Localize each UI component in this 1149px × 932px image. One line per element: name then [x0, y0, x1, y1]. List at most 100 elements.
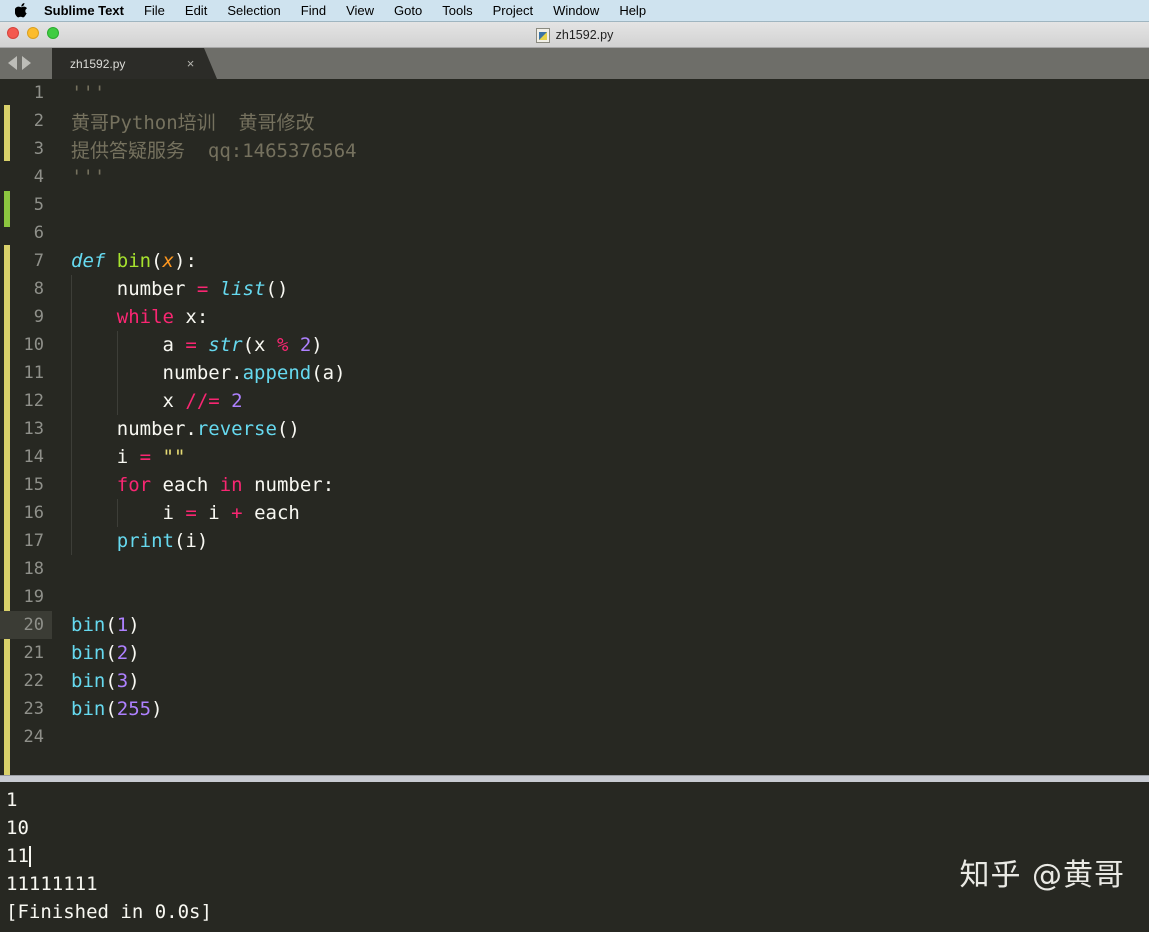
code-line[interactable]: 17 print (i): [0, 527, 1149, 555]
code-line[interactable]: 21 bin(2): [0, 639, 1149, 667]
code-line[interactable]: 23 bin(255): [0, 695, 1149, 723]
apple-logo-icon[interactable]: [14, 3, 28, 19]
menu-item-selection[interactable]: Selection: [227, 3, 280, 18]
code-text: def bin(x):: [52, 247, 1149, 275]
code-token: in: [219, 474, 243, 496]
menu-item-find[interactable]: Find: [301, 3, 326, 18]
code-token: each: [151, 474, 220, 496]
code-token: 2: [231, 390, 243, 412]
python-file-icon: [535, 27, 550, 43]
code-line[interactable]: 10 a = str (x % 2): [0, 331, 1149, 359]
watermark: 知乎 @黄哥: [959, 858, 1125, 893]
code-token: list: [219, 278, 266, 300]
code-token: ): [311, 334, 323, 356]
code-text: ''': [52, 163, 1149, 191]
menu-app-name[interactable]: Sublime Text: [44, 3, 124, 18]
tab-navigation: [8, 56, 31, 70]
code-token: 255: [116, 698, 152, 720]
code-line[interactable]: 12 x //= 2: [0, 387, 1149, 415]
line-number: 5: [33, 195, 44, 215]
indent-guide: [117, 387, 118, 415]
menu-item-project[interactable]: Project: [493, 3, 533, 18]
code-token: each: [254, 502, 300, 524]
minimize-window-button[interactable]: [27, 27, 39, 39]
code-line-list: 1 ''' 2 黄哥Python培训 黄哥修改 3 提供答疑服务 qq:146537656…: [0, 79, 1149, 751]
close-window-button[interactable]: [7, 27, 19, 39]
code-token: 3: [116, 670, 129, 692]
menu-item-help[interactable]: Help: [619, 3, 646, 18]
code-line[interactable]: 22 bin(3): [0, 667, 1149, 695]
code-line[interactable]: 8 number = list(): [0, 275, 1149, 303]
indent-guide: [117, 331, 118, 359]
code-line[interactable]: 20 bin(1): [0, 611, 1149, 639]
line-number: 13: [23, 419, 44, 439]
code-token: def: [71, 250, 117, 272]
line-number: 22: [23, 671, 44, 691]
code-line[interactable]: 15 for each in number:: [0, 471, 1149, 499]
code-line[interactable]: 6: [0, 219, 1149, 247]
code-text: bin(2): [52, 639, 1149, 667]
console-text: 1: [6, 789, 18, 811]
code-text: i = "": [52, 443, 1149, 471]
code-line[interactable]: 18: [0, 555, 1149, 583]
traffic-lights: [7, 27, 59, 39]
panel-separator[interactable]: [0, 775, 1149, 782]
code-token: =: [139, 446, 163, 468]
code-line[interactable]: 7 def bin(x):: [0, 247, 1149, 275]
code-line[interactable]: 14 i = "": [0, 443, 1149, 471]
code-token: reverse: [196, 418, 277, 440]
code-token: (: [151, 250, 163, 272]
code-token: for: [116, 474, 152, 496]
menu-item-tools[interactable]: Tools: [442, 3, 472, 18]
code-token: ): [128, 642, 140, 664]
code-line[interactable]: 16 i = i + each: [0, 499, 1149, 527]
code-line[interactable]: 19: [0, 583, 1149, 611]
arrow-right-icon[interactable]: [22, 56, 31, 70]
window-title: zh1592.py: [555, 28, 614, 42]
arrow-left-icon[interactable]: [8, 56, 17, 70]
close-icon[interactable]: ×: [184, 57, 197, 70]
code-text: x //= 2: [52, 387, 1149, 415]
code-line[interactable]: 2 黄哥Python培训 黄哥修改: [0, 107, 1149, 135]
code-token: number.: [71, 418, 197, 440]
code-token: 提供答疑服务 qq:1465376564: [71, 139, 357, 162]
code-text: number = list(): [52, 275, 1149, 303]
code-line[interactable]: 24: [0, 723, 1149, 751]
indent-guide: [71, 415, 72, 443]
indent-guide: [71, 275, 72, 303]
menu-item-goto[interactable]: Goto: [394, 3, 422, 18]
console-text: 10: [6, 817, 29, 839]
code-token: (): [265, 278, 289, 300]
code-token: print: [116, 530, 174, 552]
code-line[interactable]: 9 while x:: [0, 303, 1149, 331]
line-number: 11: [23, 363, 44, 383]
code-editor[interactable]: 1 ''' 2 黄哥Python培训 黄哥修改 3 提供答疑服务 qq:146537656…: [0, 79, 1149, 775]
indent-guide: [71, 471, 72, 499]
tab-label: zh1592.py: [70, 56, 126, 71]
code-token: +: [231, 502, 255, 524]
menu-item-edit[interactable]: Edit: [185, 3, 207, 18]
zoom-window-button[interactable]: [47, 27, 59, 39]
line-number: 12: [23, 391, 44, 411]
window-titlebar: zh1592.py: [0, 22, 1149, 48]
code-token: (: [105, 614, 117, 636]
code-token: (: [105, 698, 117, 720]
line-number: 6: [33, 223, 44, 243]
menu-item-view[interactable]: View: [346, 3, 374, 18]
code-line[interactable]: 4 ''': [0, 163, 1149, 191]
code-line[interactable]: 1 ''': [0, 79, 1149, 107]
code-line[interactable]: 13 number. reverse(): [0, 415, 1149, 443]
menu-item-file[interactable]: File: [144, 3, 165, 18]
code-token: =: [185, 502, 209, 524]
indent-guide: [71, 303, 72, 331]
menu-item-window[interactable]: Window: [553, 3, 599, 18]
code-line[interactable]: 11 number. append (a): [0, 359, 1149, 387]
line-number: 7: [33, 251, 44, 271]
code-line[interactable]: 3 提供答疑服务 qq:1465376564: [0, 135, 1149, 163]
code-line[interactable]: 5: [0, 191, 1149, 219]
code-text: bin(1): [52, 611, 1149, 639]
